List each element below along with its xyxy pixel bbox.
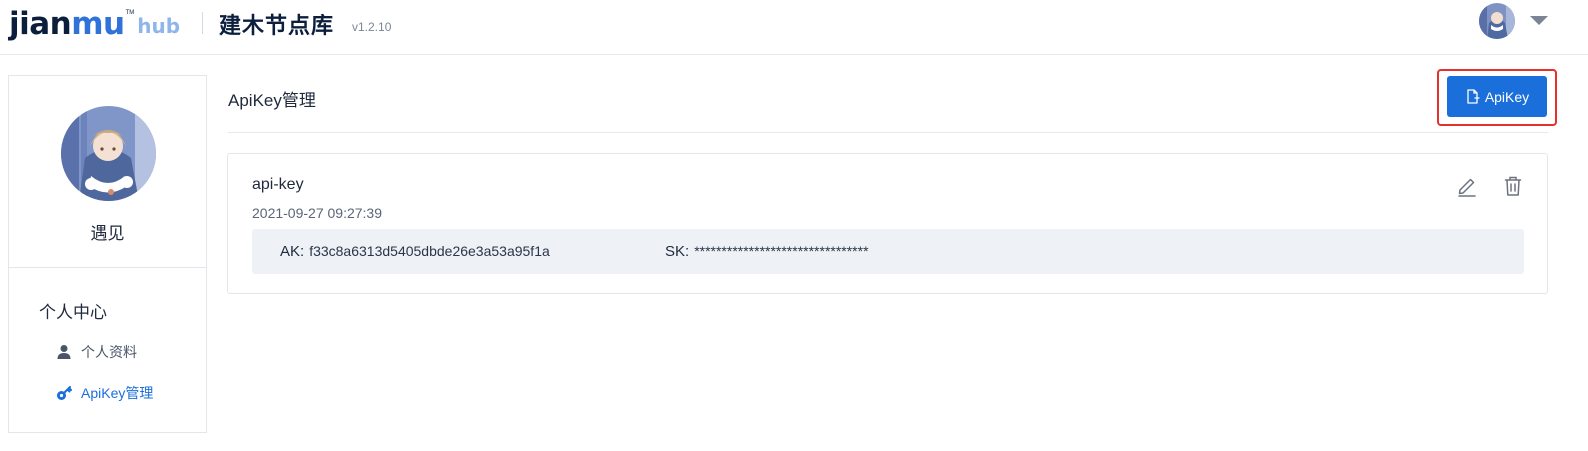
add-apikey-label: ApiKey xyxy=(1484,88,1530,105)
access-key-label: AK: xyxy=(280,243,305,260)
jianmu-hub-logo[interactable]: jianmu TM hub xyxy=(9,2,180,42)
apikey-credentials: AK: f33c8a6313d5405dbde26e3a53a95f1a SK:… xyxy=(252,229,1524,274)
profile-panel: 遇见 xyxy=(9,76,206,268)
secret-key-label: SK: xyxy=(665,243,690,260)
sidebar-item-apikey[interactable]: ApiKey管理 xyxy=(56,383,153,403)
secret-key-value: ******************************** xyxy=(694,243,869,259)
add-apikey-button[interactable]: ApiKey xyxy=(1447,76,1547,117)
sidebar-item-label: 个人资料 xyxy=(81,344,137,360)
secret-key: SK: ******************************** xyxy=(665,243,869,260)
app-version: v1.2.10 xyxy=(352,20,392,34)
delete-icon[interactable] xyxy=(1502,175,1524,197)
apikey-created-time: 2021-09-27 09:27:39 xyxy=(252,205,382,221)
profile-name: 遇见 xyxy=(90,224,125,243)
header-divider xyxy=(202,12,203,34)
profile-avatar xyxy=(61,106,156,201)
access-key: AK: f33c8a6313d5405dbde26e3a53a95f1a xyxy=(280,243,550,260)
apikey-card: api-key 2021-09-27 09:27:39 AK: f33c8a63… xyxy=(227,153,1548,294)
sidebar-item-profile[interactable]: 个人资料 xyxy=(56,342,137,362)
edit-icon[interactable] xyxy=(1456,175,1478,197)
chevron-down-icon[interactable] xyxy=(1530,16,1548,25)
logo-hub: hub xyxy=(137,14,181,38)
user-avatar[interactable] xyxy=(1479,3,1515,39)
top-header: jianmu TM hub 建木节点库 v1.2.10 xyxy=(0,0,1588,55)
user-icon xyxy=(56,344,72,360)
sidebar-item-label: ApiKey管理 xyxy=(81,385,154,401)
app-title: 建木节点库 xyxy=(219,13,335,38)
page-title: ApiKey管理 xyxy=(228,91,316,110)
title-divider xyxy=(228,132,1548,133)
key-icon xyxy=(56,385,72,401)
logo-trademark: TM xyxy=(125,10,135,16)
nav-section-title: 个人中心 xyxy=(39,303,107,322)
new-document-icon xyxy=(1465,89,1480,104)
logo-wordmark: jianmu xyxy=(9,6,125,42)
access-key-value: f33c8a6313d5405dbde26e3a53a95f1a xyxy=(309,243,550,259)
apikey-name: api-key xyxy=(252,176,304,193)
sidebar: 遇见 个人中心 个人资料 ApiKey管理 xyxy=(8,75,207,433)
